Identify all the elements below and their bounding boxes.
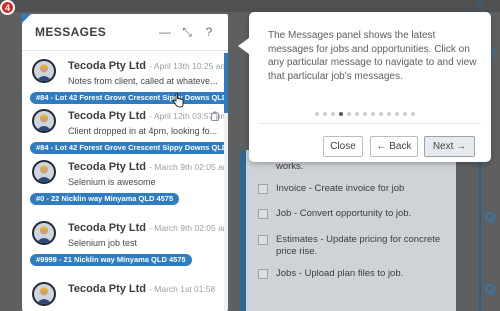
step-dot[interactable] [363,112,367,116]
close-button[interactable]: Close [323,136,363,157]
avatar [32,221,56,245]
tooltip-arrow [238,38,249,54]
tooltip-divider [259,123,481,124]
tooltip-description: The Messages panel shows the latest mess… [268,30,477,82]
task-item: Invoice - Create invoice for job [258,183,453,195]
message-date: - March 9th 02:05 am [149,223,228,233]
step-dot[interactable] [331,112,335,116]
messages-panel-header: MESSAGES — ⤡ ? [22,14,228,51]
app-topbar [0,0,500,12]
step-dot[interactable] [323,112,327,116]
task-label: Jobs - Upload plan files to job. [276,268,404,279]
message-date: - March 9th 02:05 am [149,162,228,172]
task-checkbox [258,269,268,279]
message-date: - March 1st 01:58 [149,284,216,294]
timeline-dot [485,212,495,222]
message-date: - April 13th 10:25 am [149,61,228,71]
scrollbar-thumb[interactable] [224,53,228,113]
job-tag[interactable]: #84 - Lot 42 Forest Grove Crescent Sippy… [30,142,228,154]
hand-cursor-icon [172,93,184,108]
task-item: Jobs - Upload plan files to job. [258,268,453,280]
task-checkbox [258,235,268,245]
step-indicator [315,112,415,116]
avatar [32,160,56,184]
step-dot[interactable] [315,112,319,116]
message-sender: Tecoda Pty Ltd - March 9th 02:05 am [68,161,228,173]
message-preview: Client dropped in at 4pm, looking fo... [68,126,218,136]
next-button[interactable]: Next → [424,136,475,157]
messages-panel: MESSAGES — ⤡ ? Tecoda Pty Ltd - April 13… [22,14,228,311]
step-dot[interactable] [411,112,415,116]
step-dot[interactable] [347,112,351,116]
step-dot[interactable] [395,112,399,116]
avatar [32,109,56,133]
step-dot[interactable] [379,112,383,116]
tour-step-badge: 4 [0,0,15,15]
message-sender: Tecoda Pty Ltd - April 12th 03:57 pm [68,110,228,122]
help-icon[interactable]: ? [198,25,220,39]
panel-corner-accent [22,14,31,23]
minimize-icon[interactable]: — [154,25,176,39]
task-item: Estimates - Update pricing for concrete … [258,234,453,258]
task-label: Invoice - Create invoice for job [276,183,405,194]
job-tag[interactable]: #84 - Lot 42 Forest Grove Crescent Sippy… [30,92,228,104]
task-label: works. [276,161,304,172]
step-dot[interactable] [387,112,391,116]
task-item: Job - Convert opportunity to job. [258,208,453,220]
task-card [246,150,456,311]
back-button[interactable]: ← Back [370,136,418,157]
message-sender: Tecoda Pty Ltd - March 9th 02:05 am [68,222,228,234]
job-tag[interactable]: #0 - 22 Nicklin way Minyama QLD 4575 [30,193,180,205]
expand-icon[interactable]: ⤡ [176,25,198,40]
step-dot[interactable] [403,112,407,116]
job-tag[interactable]: #9999 - 21 Nicklin way Minyama QLD 4575 [30,254,192,266]
task-label: Estimates - Update pricing for concrete … [276,234,441,257]
step-dot[interactable] [355,112,359,116]
avatar [32,59,56,83]
attachment-icon [211,111,219,123]
tour-tooltip: The Messages panel shows the latest mess… [238,12,491,162]
task-checkbox [258,209,268,219]
avatar [32,282,56,306]
message-sender: Tecoda Pty Ltd - April 13th 10:25 am [68,60,228,72]
panel-title: MESSAGES [35,25,107,39]
message-sender: Tecoda Pty Ltd - March 1st 01:58 [68,283,216,295]
message-preview: Selenium is awesome [68,177,156,187]
step-dot[interactable] [371,112,375,116]
task-checkbox [258,184,268,194]
timeline-dot [485,284,495,294]
task-item: works. [258,161,453,173]
message-preview: Notes from client, called at whateve... [68,76,218,86]
message-preview: Selenium job test [68,238,138,248]
step-dot-active[interactable] [339,112,343,116]
task-label: Job - Convert opportunity to job. [276,208,412,219]
